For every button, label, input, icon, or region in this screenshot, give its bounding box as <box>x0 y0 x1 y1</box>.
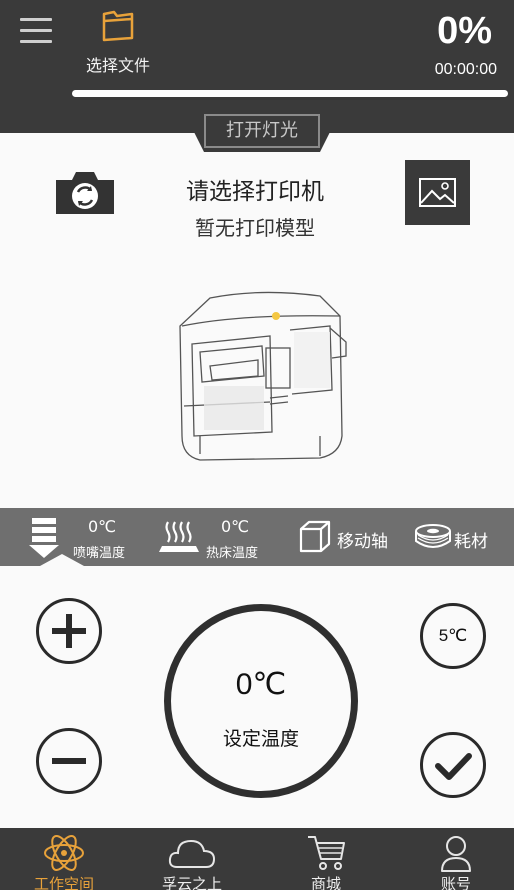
set-temp-label: 设定温度 <box>222 728 299 750</box>
nav-account[interactable]: 账号 <box>392 828 514 890</box>
printer-illustration <box>179 291 347 461</box>
bed-temp-label: 热床温度 <box>206 546 259 561</box>
open-file-button[interactable]: 选择文件 <box>78 4 158 78</box>
light-toggle-button[interactable]: 打开灯光 <box>204 114 320 148</box>
folder-icon <box>102 10 134 42</box>
cube-icon <box>299 520 331 553</box>
bed-temp-value: 0℃ <box>221 517 250 536</box>
temp-step-button[interactable]: 5℃ <box>420 603 486 669</box>
menu-icon[interactable] <box>20 18 52 46</box>
select-printer-title[interactable]: 请选择打印机 <box>130 172 380 206</box>
nozzle-icon <box>29 518 59 558</box>
temperature-dial[interactable]: 0℃ 设定温度 <box>164 604 358 798</box>
nav-cloud-label: 孚云之上 <box>161 875 222 890</box>
set-temp-value: 0℃ <box>235 668 287 701</box>
nozzle-temp-value: 0℃ <box>88 517 117 536</box>
move-axis-label: 移动轴 <box>337 532 388 552</box>
heated-bed-icon <box>159 521 199 552</box>
elapsed-time: 00:00:00 <box>434 61 497 78</box>
image-icon <box>419 178 456 207</box>
filament-spool-icon <box>415 524 451 548</box>
decrease-temp-button[interactable] <box>36 728 102 794</box>
user-icon <box>441 836 471 872</box>
nav-cloud[interactable]: 孚云之上 <box>128 828 256 890</box>
tab-bed-temp[interactable]: 0℃ 热床温度 <box>150 508 275 566</box>
cloud-icon <box>168 839 216 868</box>
confirm-temp-button[interactable] <box>420 732 486 798</box>
camera-rotate-icon <box>56 172 114 214</box>
camera-button[interactable] <box>54 168 116 216</box>
progress-percent: 0% <box>437 10 492 52</box>
minus-icon <box>52 758 86 764</box>
nav-mall-label: 商城 <box>310 875 341 890</box>
tab-move-axis[interactable]: 移动轴 <box>295 508 395 566</box>
plus-icon <box>52 614 86 648</box>
active-tab-indicator <box>40 554 84 566</box>
increase-temp-button[interactable] <box>36 598 102 664</box>
atom-icon <box>44 835 84 871</box>
model-status: 暂无打印模型 <box>195 216 315 240</box>
bottom-nav: 工作空间 孚云之上 商城 账号 <box>0 828 514 890</box>
nav-workspace-label: 工作空间 <box>33 875 94 890</box>
gallery-button[interactable] <box>405 160 470 225</box>
filament-label: 耗材 <box>454 532 488 552</box>
nav-account-label: 账号 <box>440 875 471 890</box>
tab-filament[interactable]: 耗材 <box>412 508 512 566</box>
cart-icon <box>308 836 345 870</box>
progress-bar <box>72 90 508 97</box>
open-file-label: 选择文件 <box>85 56 150 75</box>
check-icon <box>435 753 472 780</box>
nav-mall[interactable]: 商城 <box>262 828 390 890</box>
light-toggle-tab: 打开灯光 <box>184 112 340 152</box>
nav-workspace[interactable]: 工作空间 <box>0 828 128 890</box>
